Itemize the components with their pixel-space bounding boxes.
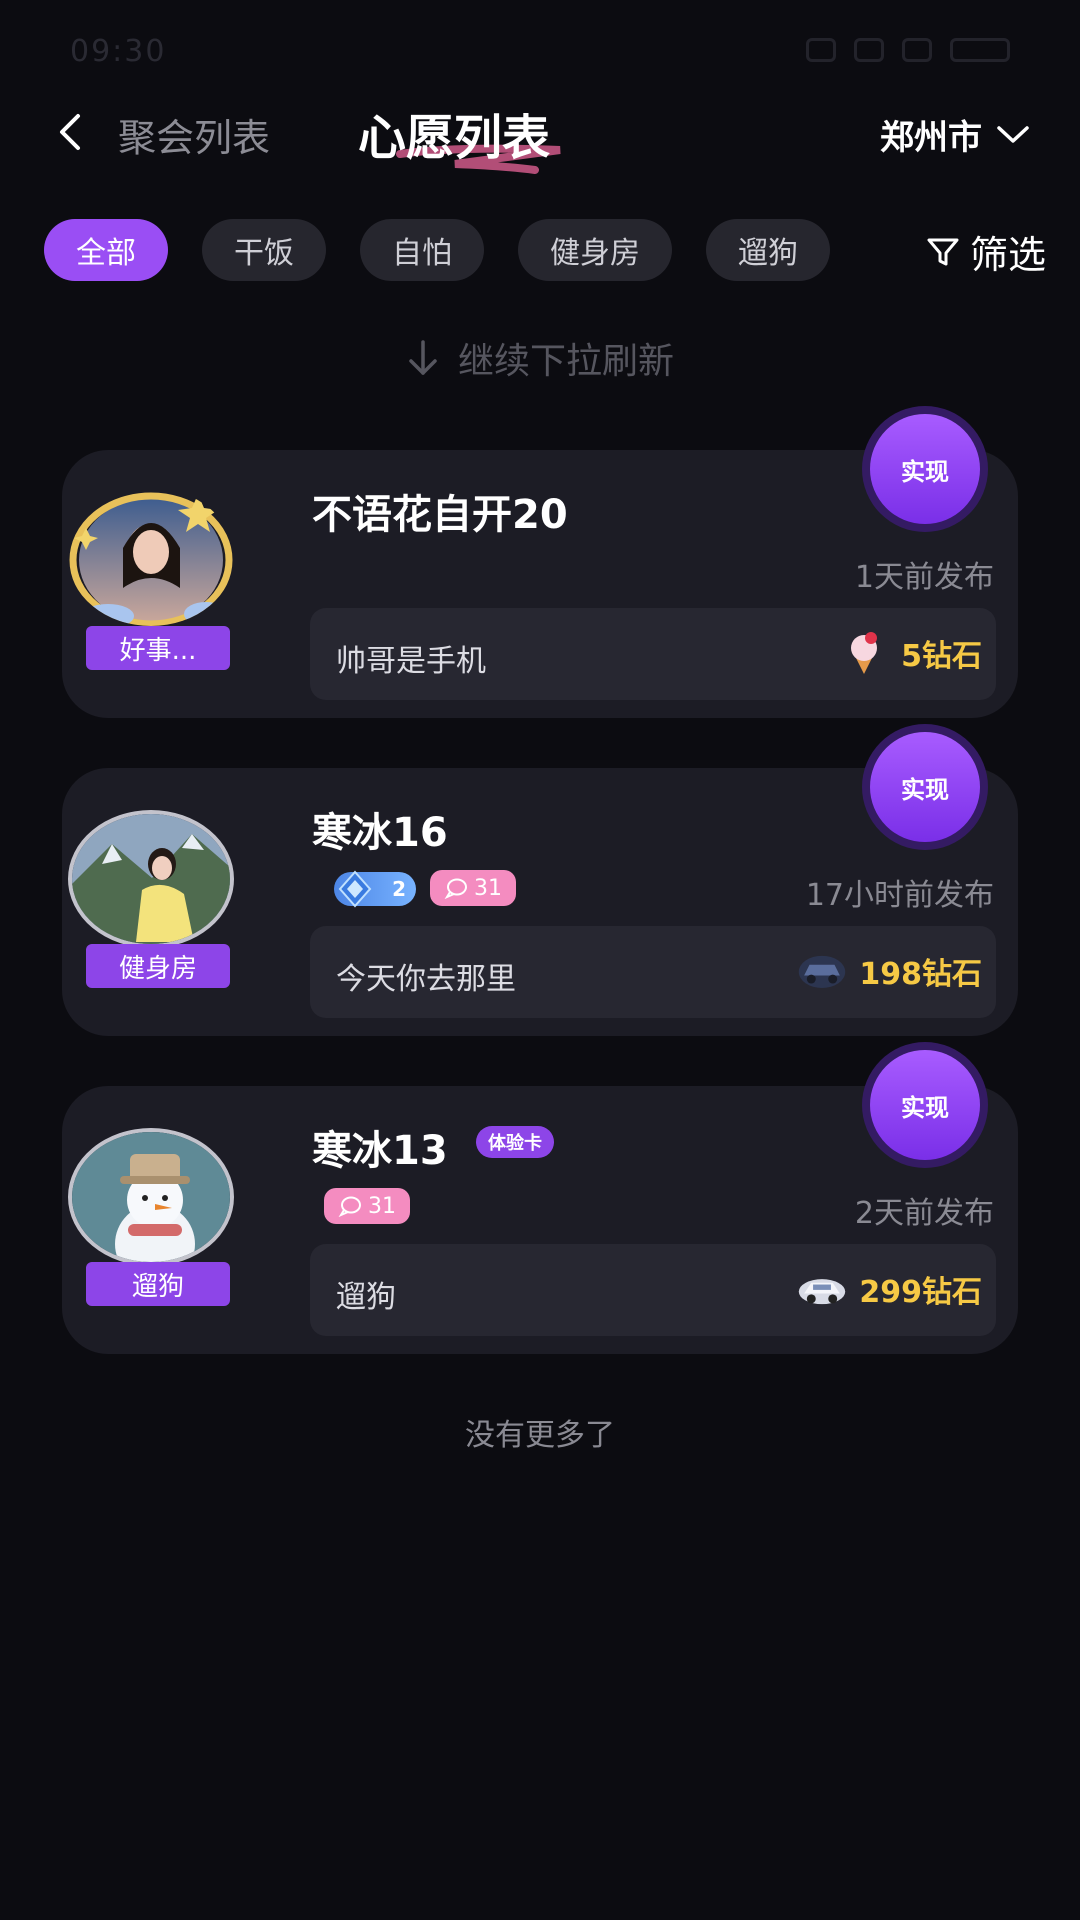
car-icon (799, 955, 846, 988)
signal-icon (854, 38, 884, 62)
level-badge: 2 (334, 870, 416, 908)
city-label: 郑州市 (880, 118, 982, 158)
posted-time: 1天前发布 (854, 560, 994, 595)
funnel-icon (927, 238, 959, 265)
price-text: 299钻石 (859, 1275, 982, 1310)
comment-badge: 31 (430, 870, 516, 906)
avatar-tag: 健身房 (86, 944, 230, 988)
status-time: 09:30 (70, 34, 167, 69)
pull-hint-text: 继续下拉刷新 (457, 341, 674, 382)
avatar-tag: 好事... (86, 626, 230, 670)
wish-price: 5钻石 (839, 630, 982, 676)
back-arrow-icon[interactable] (52, 112, 92, 152)
realize-button[interactable]: 实现 (862, 1042, 988, 1168)
chip-gym[interactable]: 健身房 (518, 219, 672, 281)
city-selector[interactable]: 郑州市 (880, 110, 1030, 159)
diamond-level-icon (338, 870, 372, 908)
chip-dog-walk[interactable]: 遛狗 (706, 219, 830, 281)
wish-text: 遛狗 (336, 1280, 396, 1315)
wish-price: 299钻石 (797, 1266, 982, 1312)
wish-row: 帅哥是手机 5钻石 (310, 608, 996, 700)
wish-row: 遛狗 299钻石 (310, 1244, 996, 1336)
username: 寒冰13 (312, 1128, 448, 1174)
eye-icon (806, 38, 836, 62)
status-icons (806, 38, 1010, 62)
no-more-text: 没有更多了 (465, 1418, 615, 1453)
wifi-icon (902, 38, 932, 62)
wish-row: 今天你去那里 198钻石 (310, 926, 996, 1018)
chip-food[interactable]: 干饭 (202, 219, 326, 281)
chip-selfie[interactable]: 自怕 (360, 219, 484, 281)
posted-time: 2天前发布 (854, 1196, 994, 1231)
comment-icon (338, 1196, 361, 1217)
username: 寒冰16 (312, 810, 448, 856)
comment-icon (444, 878, 467, 899)
page-title[interactable]: 心愿列表 (358, 98, 550, 168)
chip-all[interactable]: 全部 (44, 219, 168, 281)
realize-button[interactable]: 实现 (862, 724, 988, 850)
avatar[interactable] (68, 1128, 234, 1266)
avatar[interactable] (68, 810, 234, 948)
battery-icon (950, 38, 1010, 62)
realize-label: 实现 (870, 732, 980, 842)
category-chips: 全部 干饭 自怕 健身房 遛狗 (44, 219, 830, 281)
trial-card-badge: 体验卡 (476, 1126, 554, 1158)
realize-label: 实现 (870, 1050, 980, 1160)
pull-refresh-hint: 继续下拉刷新 (0, 332, 1080, 384)
avatar[interactable] (68, 488, 234, 626)
filter-label: 筛选 (969, 233, 1046, 277)
chevron-down-icon (997, 125, 1029, 143)
wish-text: 帅哥是手机 (336, 644, 486, 679)
wish-text: 今天你去那里 (336, 962, 516, 997)
ice-cream-icon (851, 632, 878, 674)
tab-party-list[interactable]: 聚会列表 (118, 107, 270, 162)
avatar-tag: 遛狗 (86, 1262, 230, 1306)
comment-count: 31 (474, 875, 502, 901)
comment-badge: 31 (324, 1188, 410, 1224)
avatar-frame-image (69, 492, 233, 626)
arrow-down-icon (409, 340, 437, 375)
level-number: 2 (392, 877, 406, 901)
realize-label: 实现 (870, 414, 980, 524)
car-icon (799, 1279, 846, 1305)
realize-button[interactable]: 实现 (862, 406, 988, 532)
comment-count: 31 (368, 1193, 396, 1219)
wish-price: 198钻石 (797, 948, 982, 994)
posted-time: 17小时前发布 (805, 878, 994, 913)
username: 不语花自开20 (312, 492, 568, 538)
price-text: 198钻石 (859, 957, 982, 992)
price-text: 5钻石 (901, 639, 982, 674)
filter-button[interactable]: 筛选 (926, 224, 1046, 279)
